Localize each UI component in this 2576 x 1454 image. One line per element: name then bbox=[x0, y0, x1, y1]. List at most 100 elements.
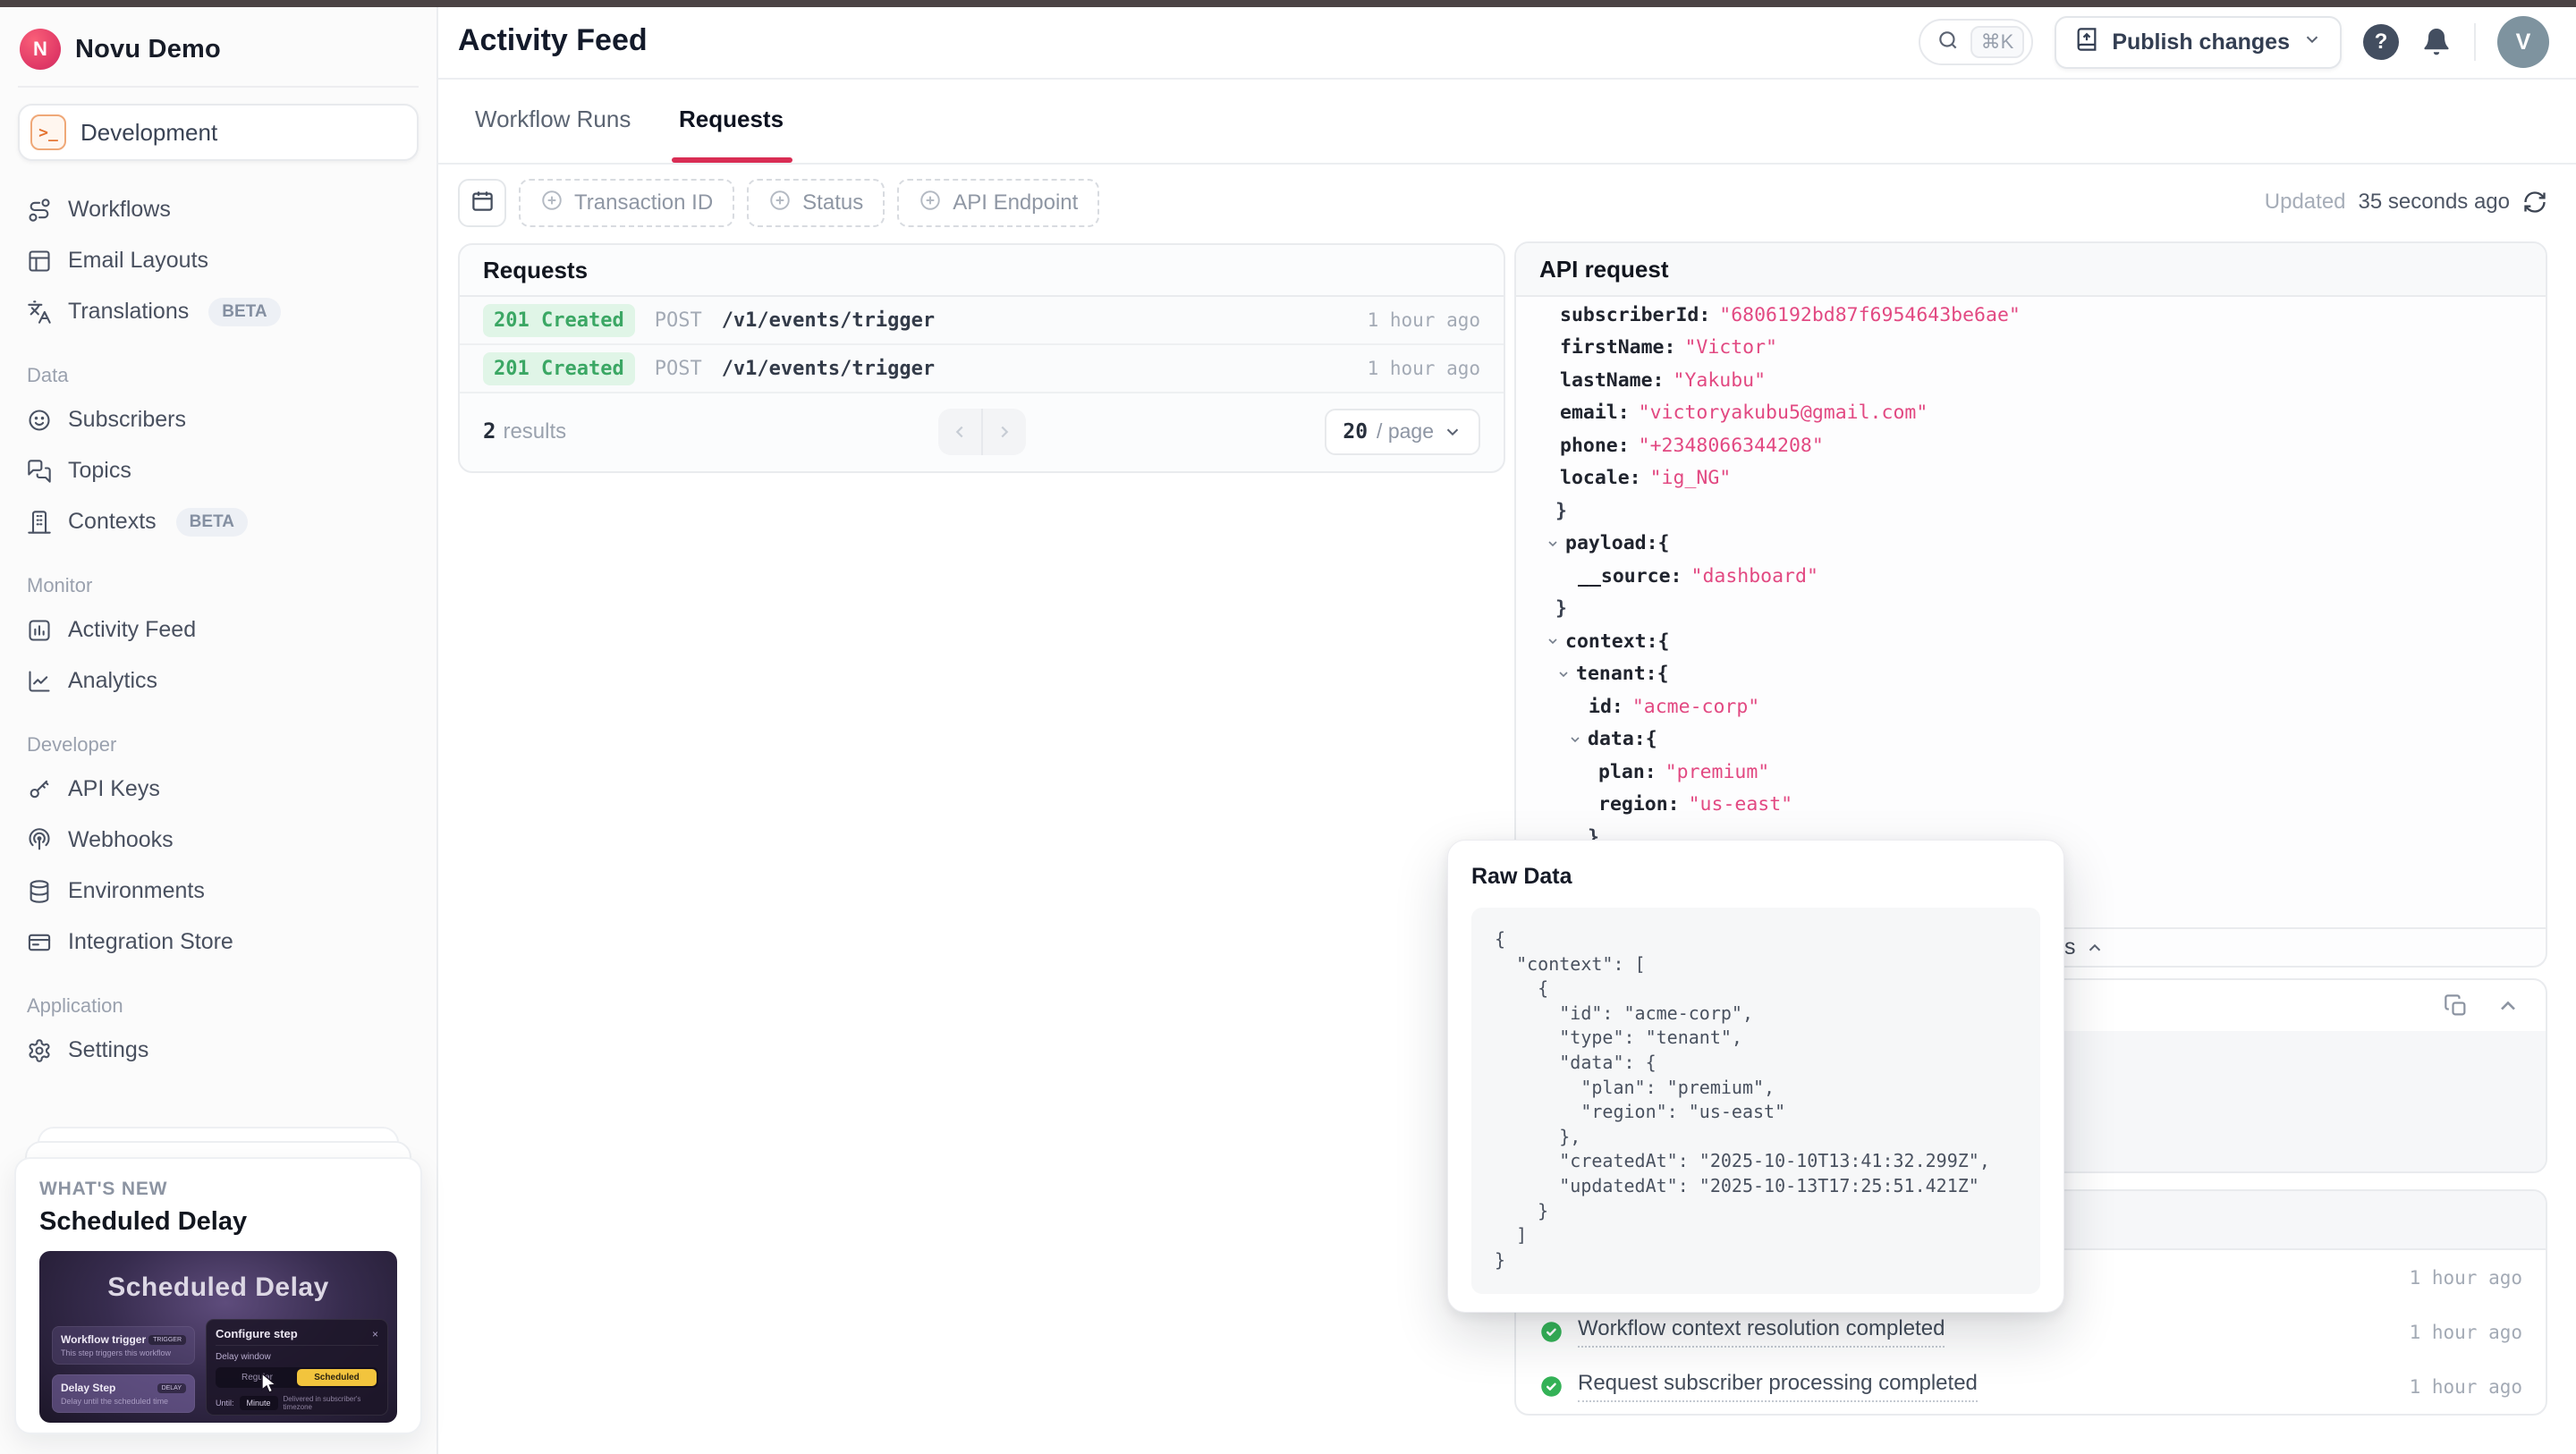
json-line: locale:"ig_NG" bbox=[1516, 462, 2546, 495]
tree-collapse-icon[interactable] bbox=[1556, 667, 1571, 681]
sidebar-divider bbox=[18, 86, 419, 88]
translations-icon bbox=[27, 300, 52, 325]
execution-event-label[interactable]: Request subscriber processing completed bbox=[1578, 1371, 1978, 1402]
sidebar-item-contexts[interactable]: ContextsBETA bbox=[14, 496, 422, 547]
json-line: data:{ bbox=[1516, 723, 2546, 757]
json-line: phone: "+2348066344208" bbox=[1516, 429, 2546, 462]
raw-data-title: Raw Data bbox=[1471, 864, 2040, 890]
json-line: payload:{ bbox=[1516, 528, 2546, 561]
api-request-title: API request bbox=[1516, 243, 2546, 297]
sidebar-item-email-layouts[interactable]: Email Layouts bbox=[14, 235, 422, 286]
date-range-button[interactable] bbox=[458, 179, 506, 227]
analytics-icon bbox=[27, 669, 52, 694]
environment-selector[interactable]: >_ Development bbox=[18, 104, 419, 161]
execution-event-label[interactable]: Workflow context resolution completed bbox=[1578, 1316, 1945, 1348]
mini-configure-step-panel: Configure step × Delay window Regular Sc… bbox=[206, 1319, 388, 1416]
filter-chip-status[interactable]: Status bbox=[747, 179, 885, 227]
request-path: /v1/events/trigger bbox=[722, 309, 935, 332]
terminal-icon: >_ bbox=[30, 114, 66, 150]
json-value: "6806192bd87f6954643be6ae" bbox=[1719, 304, 2021, 326]
mini-delay-toggle: Regular Scheduled bbox=[216, 1367, 378, 1388]
json-key: phone: bbox=[1560, 435, 1630, 457]
json-line: plan:"premium" bbox=[1516, 756, 2546, 789]
tab-requests[interactable]: Requests bbox=[679, 106, 784, 133]
filter-row: Transaction ID Status API Endpoint bbox=[458, 179, 1099, 227]
mini-card-title: Workflow trigger bbox=[61, 1333, 146, 1346]
sidebar-item-api-keys[interactable]: API Keys bbox=[14, 764, 422, 815]
json-bracket: } bbox=[1555, 500, 1567, 522]
sidebar-item-workflows[interactable]: Workflows bbox=[14, 184, 422, 235]
json-line: } bbox=[1516, 593, 2546, 626]
sidebar-item-webhooks[interactable]: Webhooks bbox=[14, 815, 422, 866]
json-line: firstName:"Victor" bbox=[1516, 332, 2546, 365]
sidebar-item-topics[interactable]: Topics bbox=[14, 445, 422, 496]
json-key: id: bbox=[1589, 696, 1623, 718]
workspace-name: Novu Demo bbox=[75, 35, 221, 64]
json-line: email:"victoryakubu5@gmail.com" bbox=[1516, 397, 2546, 430]
tree-collapse-icon[interactable] bbox=[1546, 537, 1560, 551]
publish-changes-button[interactable]: Publish changes bbox=[2055, 16, 2342, 69]
request-row[interactable]: 201 CreatedPOST/v1/events/trigger1 hour … bbox=[460, 297, 1504, 345]
refresh-icon[interactable] bbox=[2522, 190, 2547, 215]
cursor-icon bbox=[260, 1373, 280, 1394]
user-avatar[interactable]: V bbox=[2497, 16, 2549, 68]
plus-circle-icon bbox=[540, 189, 564, 218]
filter-chip-api-endpoint[interactable]: API Endpoint bbox=[897, 179, 1099, 227]
chevron-up-icon bbox=[2085, 938, 2105, 958]
sidebar-item-subscribers[interactable]: Subscribers bbox=[14, 394, 422, 445]
prev-page-button[interactable] bbox=[938, 409, 981, 455]
publish-book-icon bbox=[2074, 27, 2099, 58]
sidebar-section-label: Application bbox=[14, 994, 422, 1018]
next-page-button[interactable] bbox=[983, 409, 1026, 455]
workspace-switcher[interactable]: N Novu Demo bbox=[20, 29, 417, 70]
requests-panel: Requests 201 CreatedPOST/v1/events/trigg… bbox=[458, 243, 1505, 473]
sidebar-section-label: Data bbox=[14, 364, 422, 387]
tree-collapse-icon[interactable] bbox=[1546, 634, 1560, 648]
integration-store-icon bbox=[27, 930, 52, 955]
novu-logo: N bbox=[20, 29, 61, 70]
notifications-bell-icon[interactable] bbox=[2420, 26, 2453, 58]
sidebar-item-activity-feed[interactable]: Activity Feed bbox=[14, 604, 422, 655]
sidebar-item-settings[interactable]: Settings bbox=[14, 1025, 422, 1076]
sidebar-item-label: Activity Feed bbox=[68, 617, 196, 643]
whats-new-card[interactable]: WHAT'S NEW Scheduled Delay Scheduled Del… bbox=[14, 1157, 422, 1434]
json-value: "+2348066344208" bbox=[1639, 435, 1824, 457]
sidebar-item-translations[interactable]: TranslationsBETA bbox=[14, 286, 422, 337]
collapse-section-control[interactable]: s bbox=[2064, 929, 2105, 966]
close-icon: × bbox=[372, 1328, 378, 1340]
requests-footer: 2results 20 / page bbox=[460, 393, 1504, 469]
help-button[interactable]: ? bbox=[2363, 24, 2399, 60]
copy-icon[interactable] bbox=[2444, 993, 2469, 1019]
tree-collapse-icon[interactable] bbox=[1568, 732, 1582, 747]
mini-delay-step-card: Delay Step DELAY Delay until the schedul… bbox=[52, 1374, 195, 1413]
sidebar-item-label: Translations bbox=[68, 299, 189, 325]
header-controls: ⌘K Publish changes ? V bbox=[1919, 16, 2549, 68]
results-number: 2 bbox=[483, 418, 496, 444]
page-size-select[interactable]: 20 / page bbox=[1325, 409, 1480, 455]
json-key: payload:{ bbox=[1565, 532, 1670, 554]
environment-label: Development bbox=[80, 119, 217, 147]
page-title: Activity Feed bbox=[458, 23, 648, 58]
request-row[interactable]: 201 CreatedPOST/v1/events/trigger1 hour … bbox=[460, 345, 1504, 393]
sidebar-item-label: Subscribers bbox=[68, 407, 186, 433]
until-label: Until: bbox=[216, 1399, 234, 1408]
json-key: locale: bbox=[1560, 467, 1641, 489]
filter-chip-label: Status bbox=[802, 190, 863, 216]
sidebar-item-label: Analytics bbox=[68, 668, 157, 694]
header-border bbox=[438, 78, 2576, 80]
chevron-up-icon[interactable] bbox=[2496, 993, 2521, 1019]
whats-new-title: Scheduled Delay bbox=[39, 1207, 397, 1237]
sidebar-item-integration-store[interactable]: Integration Store bbox=[14, 917, 422, 968]
json-value: "us-east" bbox=[1689, 793, 1793, 816]
updated-value: 35 seconds ago bbox=[2359, 190, 2510, 215]
sidebar-item-environments[interactable]: Environments bbox=[14, 866, 422, 917]
json-key: data:{ bbox=[1588, 728, 1657, 750]
filter-chip-transaction-id[interactable]: Transaction ID bbox=[519, 179, 734, 227]
updated-status: Updated 35 seconds ago bbox=[2265, 190, 2547, 215]
search-button[interactable]: ⌘K bbox=[1919, 19, 2034, 65]
sidebar-item-analytics[interactable]: Analytics bbox=[14, 655, 422, 706]
mini-card-badge: TRIGGER bbox=[148, 1335, 186, 1345]
tab-workflow-runs[interactable]: Workflow Runs bbox=[475, 106, 631, 133]
mini-card-subtitle: Delay until the scheduled time bbox=[61, 1397, 186, 1406]
email-layouts-icon bbox=[27, 249, 52, 274]
